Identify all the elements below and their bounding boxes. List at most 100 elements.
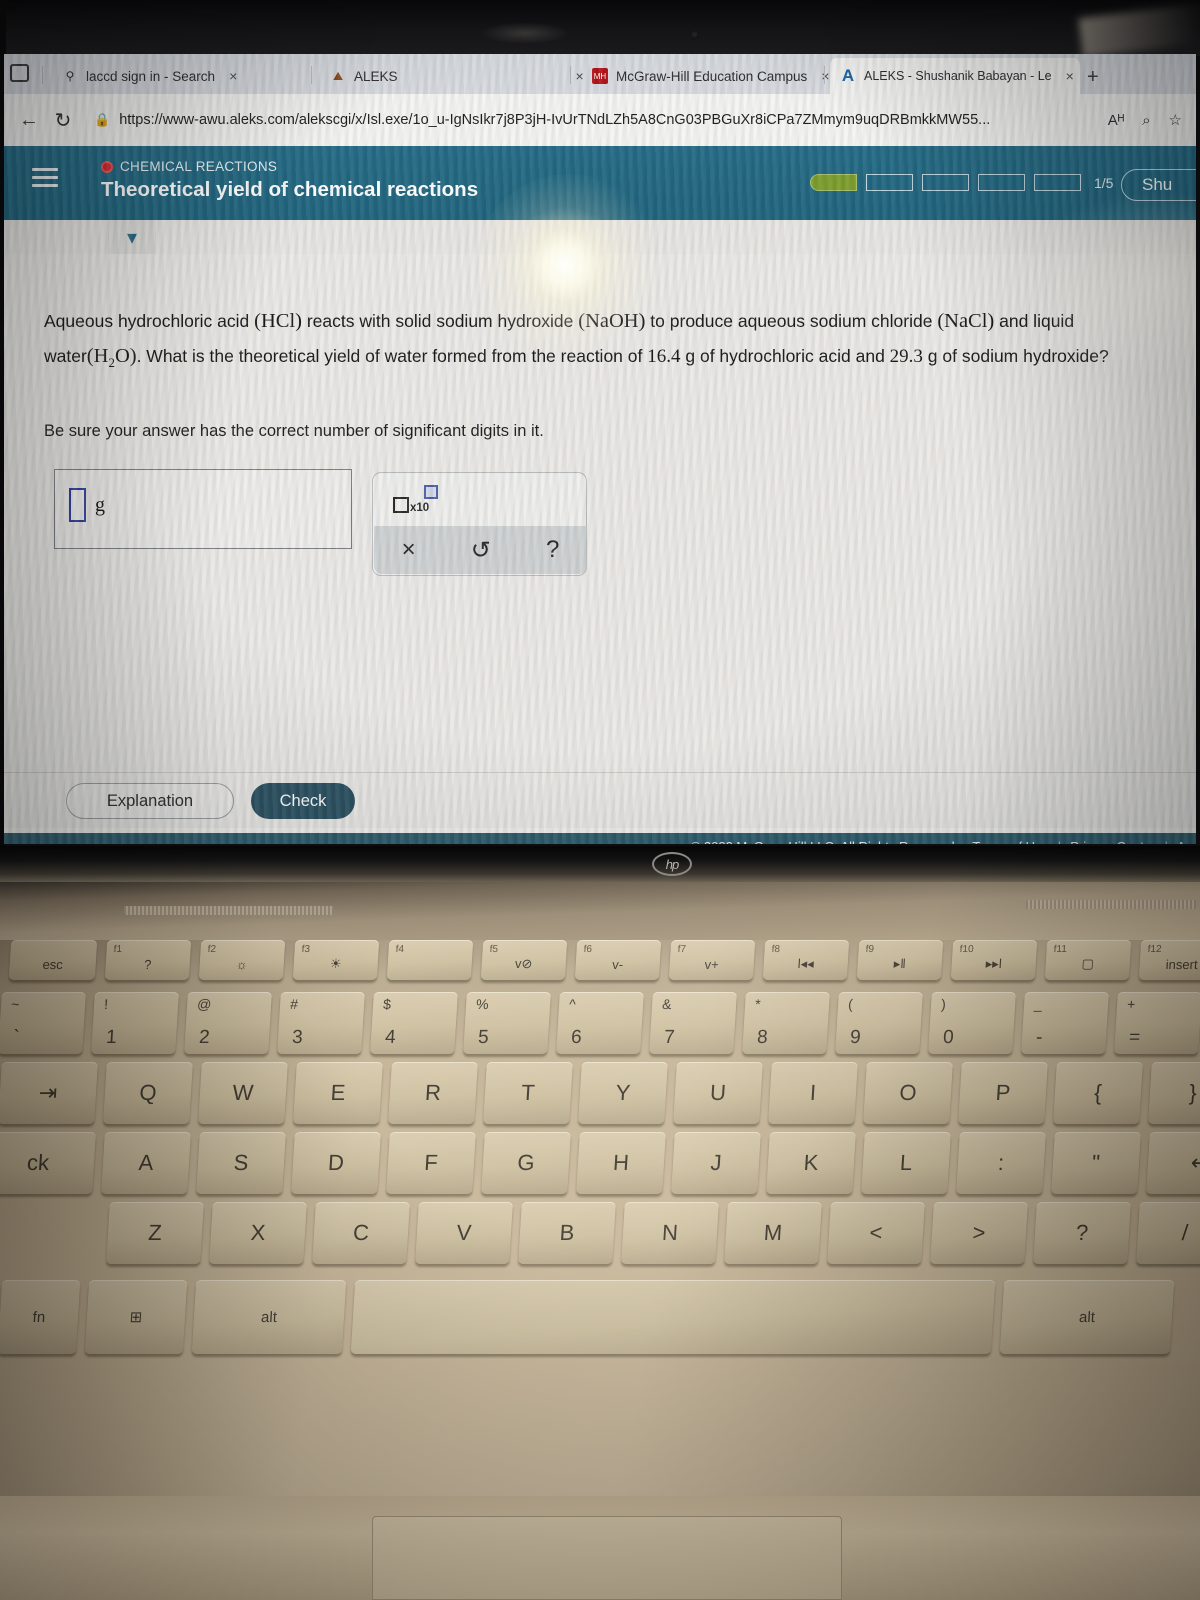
key-f11[interactable]: f11 ▢ (1044, 940, 1132, 980)
key-/[interactable]: / (1136, 1202, 1200, 1264)
key-=[interactable]: + = (1114, 992, 1200, 1054)
key-f1[interactable]: f1? (104, 940, 192, 980)
key-m[interactable]: M (724, 1202, 822, 1264)
key-s[interactable]: S (196, 1132, 286, 1194)
key-fn[interactable]: fn (0, 1280, 81, 1354)
key-0[interactable]: ) 0 (928, 992, 1016, 1054)
key-y[interactable]: Y (578, 1062, 668, 1124)
key-w[interactable]: W (198, 1062, 288, 1124)
key-`[interactable]: ~ ` (0, 992, 86, 1054)
terms-of-use-link[interactable]: Terms of Use (972, 839, 1049, 845)
add-favorite-icon[interactable]: ☆ (1169, 111, 1182, 129)
key-f5[interactable]: f5 ᴠ⊘ (480, 940, 568, 980)
progress-segment-2 (866, 174, 913, 191)
undo-button[interactable]: ↺ (471, 536, 491, 565)
key-j[interactable]: J (671, 1132, 761, 1194)
key-x[interactable]: X (209, 1202, 307, 1264)
key-ck[interactable]: ck (0, 1132, 96, 1194)
key-f6[interactable]: f6 ᴠ- (574, 940, 662, 980)
key-t[interactable]: T (483, 1062, 573, 1124)
key-⇥[interactable]: ⇥ (0, 1062, 98, 1124)
browser-tab-1[interactable]: ⚲ laccd sign in - Search × (52, 58, 307, 94)
key--[interactable]: _ - (1021, 992, 1109, 1054)
answer-input[interactable]: g (54, 469, 352, 549)
key-b[interactable]: B (518, 1202, 616, 1264)
chevron-down-icon[interactable]: ▾ (108, 220, 156, 254)
scientific-notation-button[interactable]: x10 (393, 485, 439, 519)
tab-actions-icon[interactable] (10, 64, 29, 82)
key-q[interactable]: Q (103, 1062, 193, 1124)
key-space[interactable] (350, 1280, 996, 1354)
key-f10[interactable]: f10 ▸▸Ɩ (950, 940, 1038, 980)
key-o[interactable]: O (863, 1062, 953, 1124)
shuffle-button[interactable]: Shu (1121, 169, 1196, 201)
key-p[interactable]: P (958, 1062, 1048, 1124)
touchpad[interactable] (372, 1516, 842, 1600)
key->[interactable]: > (930, 1202, 1028, 1264)
key-u[interactable]: U (673, 1062, 763, 1124)
key-z[interactable]: Z (106, 1202, 204, 1264)
key-f12[interactable]: f12 insert (1138, 940, 1200, 980)
key-<[interactable]: < (827, 1202, 925, 1264)
key-n[interactable]: N (621, 1202, 719, 1264)
key-4[interactable]: $4 (370, 992, 458, 1054)
help-button[interactable]: ? (546, 536, 559, 564)
key-c[interactable]: C (312, 1202, 410, 1264)
key-3[interactable]: #3 (277, 992, 365, 1054)
key-2[interactable]: @2 (184, 992, 272, 1054)
tab-close-icon[interactable]: × (1066, 68, 1074, 84)
key-f2[interactable]: f2 ☼ (198, 940, 286, 980)
back-button[interactable]: ← (12, 109, 46, 132)
key-⊞[interactable]: ⊞ (84, 1280, 188, 1354)
key-r[interactable]: R (388, 1062, 478, 1124)
read-aloud-icon[interactable]: Aᴴ (1108, 112, 1124, 129)
key-f9[interactable]: f9 ▸‖ (856, 940, 944, 980)
key-f[interactable]: F (386, 1132, 476, 1194)
browser-tab-3[interactable]: MH McGraw-Hill Education Campus × (582, 58, 830, 94)
key-{[interactable]: { (1053, 1062, 1143, 1124)
key-:[interactable]: : (956, 1132, 1046, 1194)
search-in-page-icon[interactable]: ⌕ (1142, 112, 1150, 129)
key-l[interactable]: L (861, 1132, 951, 1194)
key-f3[interactable]: f3 ☀ (292, 940, 380, 980)
key-f7[interactable]: f7 ᴠ+ (668, 940, 756, 980)
key-esc[interactable]: esc (8, 940, 98, 980)
key-e[interactable]: E (293, 1062, 383, 1124)
key-}[interactable]: } (1148, 1062, 1200, 1124)
clear-button[interactable]: × (402, 536, 416, 564)
check-button[interactable]: Check (251, 783, 355, 819)
key-6[interactable]: ^ 6 (556, 992, 644, 1054)
key-k[interactable]: K (766, 1132, 856, 1194)
key-d[interactable]: D (291, 1132, 381, 1194)
url-input[interactable]: 🔒 https://www-awu.aleks.com/alekscgi/x/I… (84, 103, 1100, 137)
key-f4[interactable]: f4 (386, 940, 474, 980)
key-5[interactable]: % 5 (463, 992, 551, 1054)
explanation-button[interactable]: Explanation (66, 783, 234, 819)
refresh-button[interactable]: ↻ (46, 108, 80, 133)
privacy-center-link[interactable]: Privacy Center (1070, 839, 1155, 845)
key-a[interactable]: A (101, 1132, 191, 1194)
key-h[interactable]: H (576, 1132, 666, 1194)
key-alt[interactable]: alt (191, 1280, 347, 1354)
key-↵[interactable]: ↵ (1146, 1132, 1200, 1194)
browser-tab-4-active[interactable]: A ALEKS - Shushanik Babayan - Le × (830, 58, 1080, 94)
key-7[interactable]: & 7 (649, 992, 737, 1054)
key-9[interactable]: (9 (835, 992, 923, 1054)
key-v[interactable]: V (415, 1202, 513, 1264)
key-g[interactable]: G (481, 1132, 571, 1194)
accessibility-link[interactable]: Ac (1177, 839, 1192, 845)
browser-tab-2[interactable]: ⛰ ALEKS × (320, 58, 584, 94)
key-f8[interactable]: f8 Ɩ◂◂ (762, 940, 850, 980)
key-i[interactable]: I (768, 1062, 858, 1124)
formula-h2o: (H2O) (86, 345, 137, 371)
key-8[interactable]: * 8 (742, 992, 830, 1054)
key-alt[interactable]: alt (999, 1280, 1175, 1354)
key-"[interactable]: " (1051, 1132, 1141, 1194)
empty-answer-box[interactable] (69, 488, 86, 522)
tab-close-icon[interactable]: × (229, 68, 237, 84)
tab-close-icon[interactable]: × (821, 68, 829, 84)
key-1[interactable]: ! 1 (91, 992, 179, 1054)
new-tab-button[interactable]: + (1087, 66, 1099, 89)
key-?[interactable]: ? (1033, 1202, 1131, 1264)
hamburger-menu-icon[interactable] (32, 168, 58, 187)
